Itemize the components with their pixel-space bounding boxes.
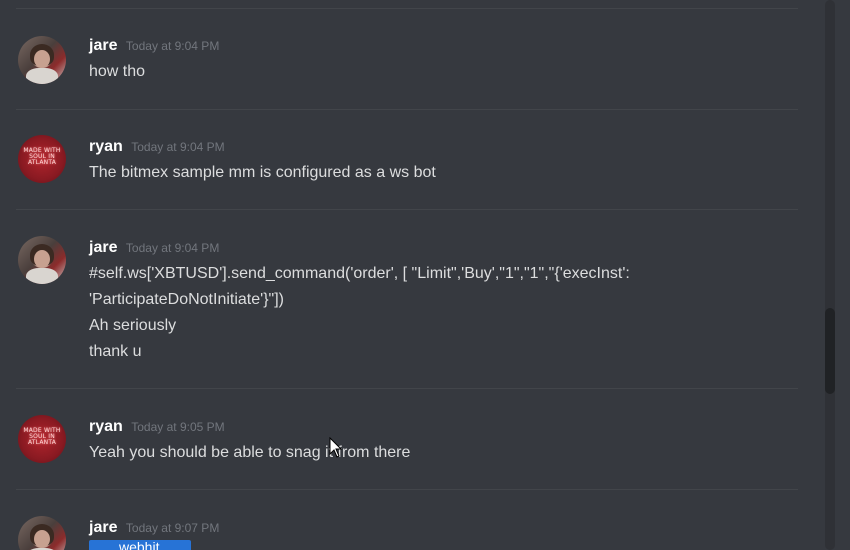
avatar-face [34,530,50,548]
avatar-shirt [26,268,58,284]
user-avatar[interactable] [18,236,66,284]
message-text: 'ParticipateDoNotInitiate'}"]) [89,291,284,308]
mouse-pointer-icon [329,437,343,458]
link-preview[interactable]: webhit [89,540,191,550]
avatar-face [34,50,50,68]
avatar-shirt [26,68,58,84]
avatar-face [34,250,50,268]
avatar-neon-sign: MADE WITH SOUL IN ATLANTA [23,427,61,446]
user-avatar[interactable] [18,36,66,84]
message-divider [16,388,798,389]
scrollbar-thumb[interactable] [825,308,835,394]
message-text: #self.ws['XBTUSD'].send_command('order',… [89,265,630,282]
timestamp[interactable]: Today at 9:04 PM [126,241,219,255]
message-text: thank u [89,343,142,360]
message-text: Yeah you should be able to snag it from … [89,444,411,461]
chat-messages-panel[interactable]: jare Today at 9:04 PM how tho MADE WITH … [0,0,818,550]
user-avatar[interactable] [18,516,66,550]
username[interactable]: ryan [89,418,123,435]
timestamp[interactable]: Today at 9:05 PM [131,420,224,434]
link-preview-text[interactable]: webhit [119,540,159,550]
message-header: jare Today at 9:07 PM [89,519,219,537]
timestamp[interactable]: Today at 9:07 PM [126,521,219,535]
avatar-neon-sign: MADE WITH SOUL IN ATLANTA [23,147,61,166]
message-divider [16,209,798,210]
message-header: jare Today at 9:04 PM [89,37,219,55]
message-text: The bitmex sample mm is configured as a … [89,164,436,181]
message-header: ryan Today at 9:05 PM [89,418,225,436]
message-divider [16,109,798,110]
message-divider [16,489,798,490]
timestamp[interactable]: Today at 9:04 PM [131,140,224,154]
message-text: how tho [89,63,146,80]
message-text: Ah seriously [89,317,177,334]
user-avatar[interactable]: MADE WITH SOUL IN ATLANTA [18,135,66,183]
username[interactable]: jare [89,239,117,256]
scrollbar-track[interactable] [825,0,835,550]
timestamp[interactable]: Today at 9:04 PM [126,39,219,53]
message-divider [16,8,798,9]
username[interactable]: jare [89,519,117,536]
message-header: ryan Today at 9:04 PM [89,138,225,156]
username[interactable]: ryan [89,138,123,155]
username[interactable]: jare [89,37,117,54]
user-avatar[interactable]: MADE WITH SOUL IN ATLANTA [18,415,66,463]
message-header: jare Today at 9:04 PM [89,239,219,257]
